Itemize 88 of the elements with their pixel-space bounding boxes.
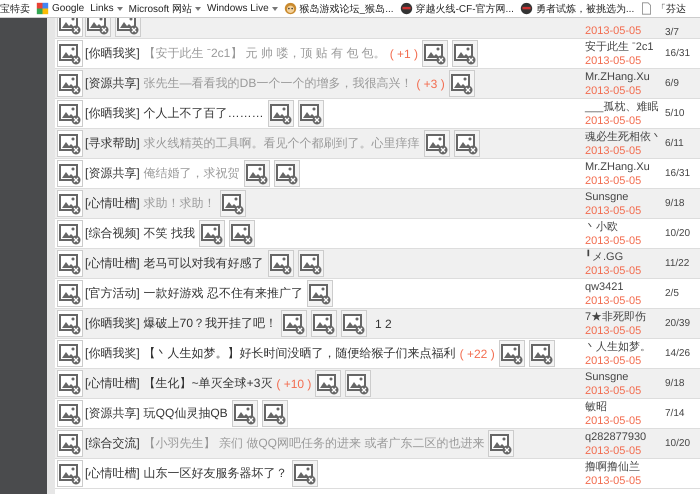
category-link[interactable]: [综合交流] <box>85 435 140 452</box>
reply-count: 2/5 <box>665 288 679 299</box>
reply-count: 3/7 <box>665 27 679 38</box>
post-date: 2013-05-05 <box>585 294 642 308</box>
thread-title-link[interactable]: 爆破上70？我开挂了吧！ <box>144 315 278 332</box>
bonus-label: ( +10 ) <box>276 376 312 390</box>
post-date: 2013-05-05 <box>585 474 642 488</box>
reply-count: 7/14 <box>665 408 684 419</box>
post-date: 2013-05-05 <box>585 444 642 458</box>
helmet-icon <box>520 2 533 15</box>
category-link[interactable]: [综合视频] <box>85 225 140 242</box>
author-link[interactable]: 魂必生死相依丶 <box>585 130 662 144</box>
google-icon <box>36 2 49 15</box>
post-date: 2013-05-05 <box>585 54 642 68</box>
author-link[interactable]: 敏昭 <box>585 400 607 414</box>
bookmark[interactable]: 穿越火线-CF-官方网... <box>400 2 514 16</box>
reply-count: 16/31 <box>665 168 690 179</box>
category-link[interactable]: [资源共享] <box>85 405 140 422</box>
author-link[interactable]: ╹メ.GG <box>585 250 624 264</box>
author-link[interactable]: 撸啊撸仙兰 <box>585 460 640 474</box>
bonus-label: ( +22 ) <box>460 346 495 360</box>
author-link[interactable]: 7★非死即伤 <box>585 310 646 324</box>
author-link[interactable]: q282877930 <box>585 430 646 444</box>
post-date: 2013-05-05 <box>585 204 642 218</box>
reply-count: 10/20 <box>665 438 690 449</box>
category-link[interactable]: [你晒我奖] <box>85 345 140 362</box>
post-date: 2013-05-05 <box>585 114 642 128</box>
bookmark[interactable]: 勇者试炼，被挑选为... <box>520 2 634 16</box>
reply-count: 9/18 <box>665 198 684 209</box>
page-links[interactable]: 1 2 <box>375 316 392 330</box>
author-link[interactable]: 丶小欧 <box>585 220 618 234</box>
post-date: 2013-05-05 <box>585 234 642 248</box>
post-date: 2013-05-05 <box>585 384 642 398</box>
bookmark[interactable]: Windows Live <box>206 3 278 14</box>
thread-title-link[interactable]: 山东一区好友服务器坏了？ <box>144 465 288 482</box>
reply-count: 9/18 <box>665 378 684 389</box>
category-link[interactable]: [心情吐槽] <box>85 465 140 482</box>
category-link[interactable]: [资源共享] <box>85 165 140 182</box>
reply-count: 11/22 <box>665 258 690 269</box>
bonus-label: ( +3 ) <box>416 76 445 90</box>
category-link[interactable]: [心情吐槽] <box>85 255 140 272</box>
category-link[interactable]: [官方活动] <box>85 285 140 302</box>
thread-title-link[interactable]: 【生化】~单灭全球+3灭 <box>144 375 272 392</box>
bookmark[interactable]: 「芬达 <box>640 2 686 16</box>
category-link[interactable]: [心情吐槽] <box>85 195 140 212</box>
thread-title-link[interactable]: 一款好游戏 忍不住有来推广了 <box>144 285 304 302</box>
reply-count: 20/39 <box>665 318 690 329</box>
post-date: 2013-05-05 <box>585 84 642 98</box>
bookmark[interactable]: Google <box>36 2 84 15</box>
post-date: 2013-05-05 <box>585 264 642 278</box>
monkey-icon <box>284 2 297 15</box>
reply-count: 6/9 <box>665 78 679 89</box>
bookmark[interactable]: Microsoft 网站 <box>128 2 201 16</box>
helmet-icon <box>400 2 413 15</box>
author-link[interactable]: qw3421 <box>585 280 624 294</box>
reply-count: 5/10 <box>665 108 684 119</box>
author-link[interactable]: 丶人生如梦。 <box>585 340 651 354</box>
bookmark[interactable]: Links <box>90 3 123 14</box>
post-date: 2013-05-05 <box>585 414 642 428</box>
category-link[interactable]: [你晒我奖] <box>85 105 140 122</box>
post-date: 2013-05-05 <box>585 174 642 188</box>
category-link[interactable]: [心情吐槽] <box>85 375 140 392</box>
author-link[interactable]: Mr.ZHang.Xu <box>585 70 650 84</box>
reply-count: 16/31 <box>665 48 690 59</box>
post-date: 2013-05-05 <box>585 144 642 158</box>
author-link[interactable]: Sunsgne <box>585 370 628 384</box>
thread-title-link[interactable]: 个人上不了百了……… <box>144 105 264 122</box>
category-link[interactable]: [寻求帮助] <box>85 135 140 152</box>
thread-title-link[interactable]: 不笑 找我 <box>144 225 196 242</box>
author-link[interactable]: Mr.ZHang.Xu <box>585 160 650 174</box>
author-link[interactable]: Sunsgne <box>585 190 628 204</box>
thread-title-link[interactable]: 玩QQ仙灵抽QB <box>144 405 228 422</box>
bonus-label: ( +1 ) <box>390 46 418 60</box>
thread-title-link[interactable]: 老马可以对我有好感了 <box>144 255 264 272</box>
reply-count: 6/11 <box>665 138 684 149</box>
category-link[interactable]: [你晒我奖] <box>85 45 140 62</box>
reply-count: 10/20 <box>665 228 690 239</box>
category-link[interactable]: [你晒我奖] <box>85 315 140 332</box>
author-link[interactable]: 安于此生 ˉ2c1 <box>585 40 654 54</box>
post-date: 2013-05-05 <box>585 24 642 38</box>
post-date: 2013-05-05 <box>585 324 642 338</box>
bookmark[interactable]: 猴岛游戏论坛_猴岛... <box>284 2 394 16</box>
author-link[interactable]: ___孤枕、难眠 <box>585 100 658 114</box>
category-link[interactable]: [资源共享] <box>85 75 140 92</box>
bookmark[interactable]: 宝特卖 <box>0 2 30 16</box>
thread-title-link[interactable]: 【丶人生如梦。】好长时间没晒了，随便给猴子们来点福利 <box>144 345 456 362</box>
post-date: 2013-05-05 <box>585 354 642 368</box>
reply-count: 14/26 <box>665 348 690 359</box>
